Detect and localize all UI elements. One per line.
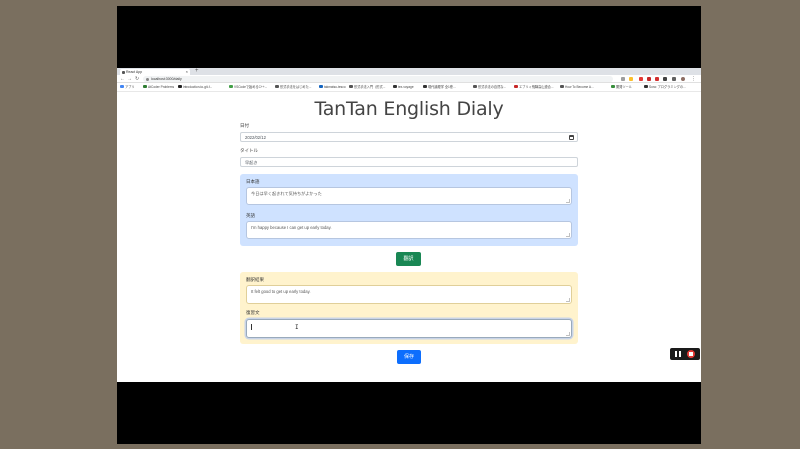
resize-handle-icon[interactable] <box>566 298 570 302</box>
bookmark-label: introduction-to-git-f... <box>183 85 213 89</box>
site-info-icon[interactable] <box>146 77 149 81</box>
mouse-cursor-icon: I <box>295 324 299 331</box>
bookmark-item[interactable]: AtCoder Problems <box>143 83 175 91</box>
title-label: タイトル <box>240 148 258 153</box>
resize-handle-icon[interactable] <box>566 233 570 237</box>
result-textarea[interactable]: It felt good to get up early today. <box>246 285 572 304</box>
bookmark-item[interactable]: アプリ <box>120 83 135 91</box>
puzzle-icon[interactable] <box>672 77 676 81</box>
extension-icon[interactable] <box>647 77 651 81</box>
resize-handle-icon[interactable] <box>566 199 570 203</box>
english-label: 英語 <box>246 213 255 218</box>
bookmark-favicon-icon <box>319 84 323 89</box>
text-caret <box>251 324 252 330</box>
bookmark-favicon-icon <box>229 84 233 89</box>
bookmark-favicon-icon <box>560 84 564 89</box>
bookmark-item[interactable]: 現代論理学 全1巻... <box>423 83 456 91</box>
address-bar: ← → ↻ localhost:3000/daily ⋮ <box>117 75 701 83</box>
bookmark-label: 現代論理学 全1巻... <box>428 85 456 89</box>
browser-screen: React App × + ← → ↻ localhost:3000/daily… <box>117 68 701 382</box>
bookmark-favicon-icon <box>349 84 353 89</box>
video-frame: React App × + ← → ↻ localhost:3000/daily… <box>117 6 701 444</box>
url-text: localhost:3000/daily <box>151 77 182 81</box>
share-icon[interactable] <box>621 77 625 81</box>
bookmark-label: AtCoder Problems <box>148 85 175 89</box>
japanese-text: 今日は早く起きれて気持ちがよかった <box>251 191 322 196</box>
bookmark-label: エブリィ飛騨高山連合... <box>519 85 554 89</box>
bookmark-favicon-icon <box>611 84 615 89</box>
bookmark-item[interactable]: 形式手法入門（形式... <box>349 83 386 91</box>
bookmark-label: Sora: プログラミングの... <box>649 85 686 89</box>
react-favicon-icon <box>122 70 125 74</box>
bookmark-favicon-icon <box>514 84 518 89</box>
result-section: 翻訳結果 It felt good to get up early today.… <box>240 272 578 344</box>
bookmark-label: tex-voyage <box>398 85 414 89</box>
english-text: I'm happy because I can get up early tod… <box>251 225 332 230</box>
bookmark-item[interactable]: takmatsu-tesco <box>319 83 346 91</box>
bookmark-item[interactable]: エブリィ飛騨高山連合... <box>514 83 554 91</box>
bookmark-item[interactable]: How To Become A... <box>560 83 594 91</box>
bookmark-label: VSCodeで始めるC++... <box>234 85 268 89</box>
date-input[interactable]: 2022/02/12 <box>240 132 578 142</box>
bookmark-favicon-icon <box>120 84 124 89</box>
bookmark-label: アプリ <box>125 85 135 89</box>
app-page: TanTan English Dialy 日付 2022/02/12 タイトル … <box>117 92 701 382</box>
extension-icon[interactable] <box>639 77 643 81</box>
forward-icon[interactable]: → <box>127 75 132 83</box>
title-value: 早起き <box>245 160 258 165</box>
stop-recording-icon[interactable] <box>687 350 695 358</box>
bookmark-item[interactable]: 形式手法の自然な... <box>473 83 507 91</box>
translate-button[interactable]: 翻訳 <box>396 252 421 266</box>
bookmarks-bar: アプリ AtCoder Problems introduction-to-git-f… <box>117 83 701 92</box>
bookmark-favicon-icon <box>423 84 427 89</box>
new-tab-icon[interactable]: + <box>195 68 199 75</box>
bookmark-favicon-icon <box>275 84 279 89</box>
bookmark-item[interactable]: 形式手法をはじめた... <box>275 83 312 91</box>
bookmark-label: 開発ツール <box>616 85 632 89</box>
result-label: 翻訳結果 <box>246 277 264 282</box>
page-title: TanTan English Dialy <box>314 98 504 120</box>
bookmark-favicon-icon <box>473 84 477 89</box>
bookmark-favicon-icon <box>143 84 147 89</box>
back-icon[interactable]: ← <box>120 75 125 83</box>
bookmark-item[interactable]: tex-voyage <box>393 83 414 91</box>
tab-bar: React App × + <box>117 68 701 75</box>
bookmark-label: takmatsu-tesco <box>324 85 346 89</box>
bookmark-label: 形式手法入門（形式... <box>354 85 386 89</box>
reload-icon[interactable]: ↻ <box>135 75 139 83</box>
bookmark-item[interactable]: 開発ツール <box>611 83 632 91</box>
result-text: It felt good to get up early today. <box>251 289 311 294</box>
bookmark-item[interactable]: VSCodeで始めるC++... <box>229 83 268 91</box>
url-input[interactable]: localhost:3000/daily <box>143 76 613 82</box>
avatar[interactable] <box>681 77 685 81</box>
date-value: 2022/02/12 <box>245 135 266 140</box>
bookmark-label: 形式手法の自然な... <box>478 85 507 89</box>
pause-icon[interactable] <box>675 351 681 357</box>
english-textarea[interactable]: I'm happy because I can get up early tod… <box>246 221 572 239</box>
bookmark-label: How To Become A... <box>565 85 594 89</box>
bookmark-favicon-icon <box>644 84 648 89</box>
source-section: 日本語 今日は早く起きれて気持ちがよかった 英語 I'm happy becau… <box>240 174 578 246</box>
bookmark-item[interactable]: Sora: プログラミングの... <box>644 83 686 91</box>
save-button[interactable]: 保存 <box>397 350 421 364</box>
bookmark-favicon-icon <box>178 84 182 89</box>
bookmark-item[interactable]: introduction-to-git-f... <box>178 83 213 91</box>
recording-controls <box>670 348 700 360</box>
star-icon[interactable] <box>629 77 633 81</box>
bookmark-label: 形式手法をはじめた... <box>280 85 312 89</box>
japanese-textarea[interactable]: 今日は早く起きれて気持ちがよかった <box>246 187 572 205</box>
bookmark-favicon-icon <box>393 84 397 89</box>
japanese-label: 日本語 <box>246 179 260 184</box>
review-label: 復習文 <box>246 310 260 315</box>
extension-icon[interactable] <box>663 77 667 81</box>
menu-icon[interactable]: ⋮ <box>691 75 696 83</box>
title-input[interactable]: 早起き <box>240 157 578 167</box>
calendar-icon[interactable] <box>569 135 574 140</box>
extension-icon[interactable] <box>655 77 659 81</box>
tab-title: React App <box>126 70 143 74</box>
resize-handle-icon[interactable] <box>566 332 570 336</box>
date-label: 日付 <box>240 123 249 128</box>
